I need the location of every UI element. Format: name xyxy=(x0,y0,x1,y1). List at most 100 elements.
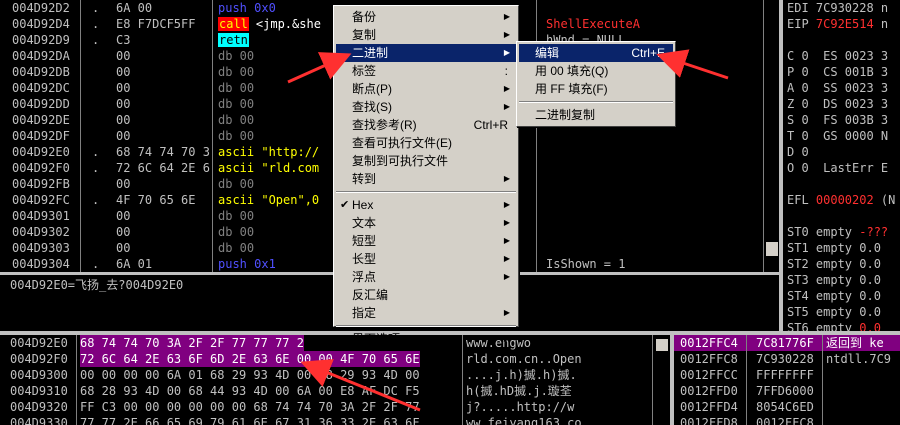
context-menu[interactable]: 备份 ▶ 复制 ▶ 二进制 ▶ 标签: 断点(P) ▶ 查找(S) ▶ 查找参考(R) Ctrl+R 查看… xyxy=(333,5,519,346)
dump-address: 004D92E0 xyxy=(10,336,68,350)
menu-item[interactable]: 查找(S) ▶ xyxy=(336,98,516,116)
hex-dump-pane[interactable]: 004D92E0 68 74 74 70 3A 2F 2F 77 77 77 2 w… xyxy=(0,335,652,425)
register-row[interactable]: C 0 ES 0023 3 xyxy=(787,48,888,64)
stack-row[interactable]: 0012FFCC FFFFFFFF xyxy=(674,367,900,383)
disasm-address: 004D92DC xyxy=(12,81,70,95)
menu-item-label: 长型 xyxy=(352,252,377,266)
disasm-address: 004D92D2 xyxy=(12,1,70,15)
register-row[interactable]: O 0 LastErr E xyxy=(787,160,888,176)
call-keyword: call xyxy=(218,17,249,31)
register-row[interactable]: T 0 GS 0000 N xyxy=(787,128,888,144)
disasm-marker: . xyxy=(92,257,100,271)
stack-row[interactable]: 0012FFC4 7C81776F 返回到 ke xyxy=(674,335,900,351)
stack-row[interactable]: 0012FFD8 0012FFC8 xyxy=(674,415,900,425)
register-text: ST0 empty xyxy=(787,225,860,239)
menu-item[interactable]: ✔ Hex ▶ xyxy=(336,196,516,214)
register-row[interactable]: D 0 xyxy=(787,144,809,160)
menu-item[interactable]: 编辑 Ctrl+E xyxy=(519,44,673,62)
menu-item[interactable]: 复制到可执行文件 xyxy=(336,152,516,170)
disasm-address: 004D92FC xyxy=(12,193,70,207)
register-row[interactable]: Z 0 DS 0023 3 xyxy=(787,96,888,112)
register-row[interactable]: ST1 empty 0.0 xyxy=(787,240,881,256)
dump-row[interactable]: 004D92E0 68 74 74 70 3A 2F 2F 77 77 77 2w… xyxy=(0,335,652,351)
disasm-hex: 00 xyxy=(116,129,131,143)
dump-scrollbar[interactable] xyxy=(652,335,670,425)
menu-item[interactable]: 备份 ▶ xyxy=(336,8,516,26)
menu-item[interactable]: 二进制 ▶ xyxy=(336,44,516,62)
disasm-scrollbar[interactable] xyxy=(763,0,779,272)
menu-item[interactable]: 标签: xyxy=(336,62,516,80)
instruction-text: db 00 xyxy=(218,209,255,223)
disasm-address: 004D92D9 xyxy=(12,33,70,47)
register-row[interactable]: ST3 empty 0.0 xyxy=(787,272,881,288)
disasm-hex: 00 xyxy=(116,49,131,63)
register-row[interactable]: P 0 CS 001B 3 xyxy=(787,64,888,80)
binary-submenu[interactable]: 编辑 Ctrl+E 用 00 填充(Q) 用 FF 填充(F) 二进制复制 xyxy=(516,41,676,127)
menu-item-label: 指定 xyxy=(352,306,377,320)
register-value: 00000202 xyxy=(815,193,874,207)
submenu-arrow-icon: ▶ xyxy=(503,174,510,183)
disasm-hex: 00 xyxy=(116,65,131,79)
registers-pane[interactable]: EDI 7C930228 n EIP 7C92E514 n C 0 ES 0023 … xyxy=(783,0,900,335)
register-row[interactable]: EDI 7C930228 n xyxy=(787,0,888,16)
menu-item[interactable]: 断点(P) ▶ xyxy=(336,80,516,98)
menu-item-label: 短型 xyxy=(352,234,377,248)
menu-item[interactable]: 用 00 填充(Q) xyxy=(519,62,673,80)
register-row[interactable]: ST4 empty 0.0 xyxy=(787,288,881,304)
menu-item-label: 备份 xyxy=(352,10,377,24)
disasm-hex: E8 F7DCF5FF xyxy=(116,17,196,31)
disasm-address: 004D92DA xyxy=(12,49,70,63)
menu-item[interactable]: 反汇编 xyxy=(336,286,516,304)
register-row[interactable]: EIP 7C92E514 n xyxy=(787,16,888,32)
menu-item[interactable]: 文本 ▶ xyxy=(336,214,516,232)
dump-hex: FF C3 00 00 00 00 00 00 68 74 74 70 3A 2… xyxy=(80,400,420,414)
dump-hex: 68 28 93 4D 00 68 44 93 4D 00 6A 00 E8 A… xyxy=(80,384,420,398)
disasm-column-divider xyxy=(212,0,213,272)
dump-row[interactable]: 004D92F0 72 6C 64 2E 63 6F 6D 2E 63 6E 00… xyxy=(0,351,652,367)
register-text: EFL xyxy=(787,193,816,207)
disasm-instruction: db 00 xyxy=(218,64,254,80)
stack-row[interactable]: 0012FFD4 8054C6ED xyxy=(674,399,900,415)
register-row[interactable]: A 0 SS 0023 3 xyxy=(787,80,888,96)
register-row[interactable]: ST0 empty -??? xyxy=(787,224,888,240)
dump-row[interactable]: 004D9300 00 00 00 00 6A 01 68 29 93 4D 00… xyxy=(0,367,652,383)
menu-item-label: 查找参考(R) xyxy=(352,118,417,132)
dump-hex: 72 6C 64 2E 63 6F 6D 2E 63 6E 00 00 4F 7… xyxy=(80,351,420,367)
disasm-instruction: db 00 xyxy=(218,224,254,240)
stack-address: 0012FFD0 xyxy=(680,384,738,398)
disasm-hex: 68 74 74 70 3 xyxy=(116,145,210,159)
register-row[interactable]: ST5 empty 0.0 xyxy=(787,304,881,320)
menu-item[interactable]: 复制 ▶ xyxy=(336,26,516,44)
menu-item[interactable]: 查找参考(R) Ctrl+R xyxy=(336,116,516,134)
dump-row[interactable]: 004D9320 FF C3 00 00 00 00 00 00 68 74 74… xyxy=(0,399,652,415)
disasm-instruction: db 00 xyxy=(218,48,254,64)
menu-item[interactable]: 指定 ▶ xyxy=(336,304,516,322)
register-text: C 0 ES 0023 3 xyxy=(787,49,889,63)
stack-pane[interactable]: 0012FFC4 7C81776F 返回到 ke 0012FFC8 7C930228 nt… xyxy=(674,335,900,425)
menu-item[interactable]: 长型 ▶ xyxy=(336,250,516,268)
stack-row[interactable]: 0012FFC8 7C930228 ntdll.7C9 xyxy=(674,351,900,367)
dump-column-divider xyxy=(76,335,77,425)
stack-row[interactable]: 0012FFD0 7FFD6000 xyxy=(674,383,900,399)
menu-item[interactable]: 二进制复制 xyxy=(519,106,673,124)
menu-item[interactable]: 短型 ▶ xyxy=(336,232,516,250)
menu-item[interactable]: 浮点 ▶ xyxy=(336,268,516,286)
disasm-address: 004D92E0 xyxy=(12,145,70,159)
submenu-arrow-icon: ▶ xyxy=(503,84,510,93)
dump-row[interactable]: 004D9310 68 28 93 4D 00 68 44 93 4D 00 6A… xyxy=(0,383,652,399)
register-text: S 0 FS 003B 3 xyxy=(787,113,889,127)
register-row[interactable]: S 0 FS 003B 3 xyxy=(787,112,888,128)
menu-item[interactable]: 界面选项 ▶ xyxy=(336,330,516,348)
register-text: EDI 7C930228 n xyxy=(787,1,889,15)
dump-row[interactable]: 004D9330 77 77 2E 66 65 69 79 61 6E 67 31… xyxy=(0,415,652,425)
menu-item[interactable]: 用 FF 填充(F) xyxy=(519,80,673,98)
menu-item[interactable]: 转到 ▶ xyxy=(336,170,516,188)
register-row[interactable]: ST2 empty 0.0 xyxy=(787,256,881,272)
disasm-instruction: ascii "http:// xyxy=(218,144,319,160)
register-row[interactable]: EFL 00000202 (N xyxy=(787,192,895,208)
menu-item[interactable]: 查看可执行文件(E) xyxy=(336,134,516,152)
dump-column-divider xyxy=(462,335,463,425)
disasm-instruction: db 00 xyxy=(218,128,254,144)
menu-separator xyxy=(519,101,673,103)
disasm-address: 004D9303 xyxy=(12,241,70,255)
